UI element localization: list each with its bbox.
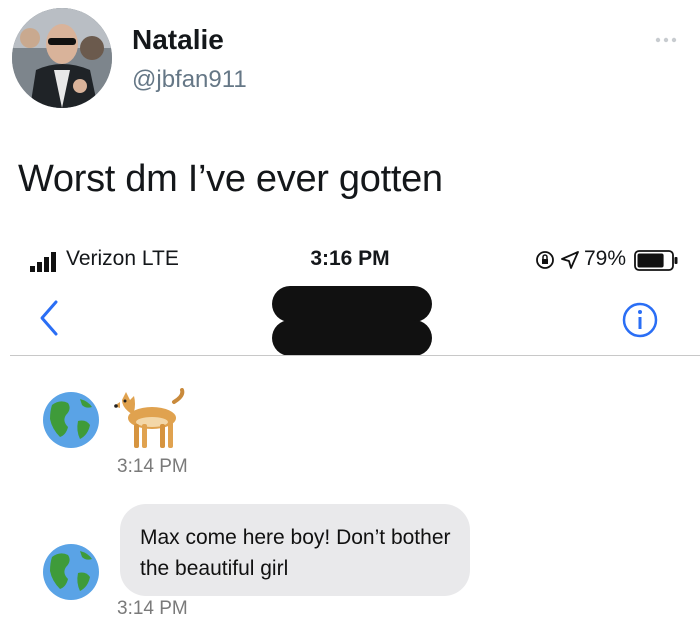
more-dots-icon[interactable]	[650, 32, 690, 43]
battery-percent: 79%	[584, 247, 627, 270]
info-icon[interactable]	[620, 300, 660, 340]
globe-icon	[42, 391, 100, 449]
nav-divider	[10, 355, 700, 356]
tweet-text: Worst dm I’ve ever gotten	[18, 158, 443, 200]
message-text: Max come here boy! Don’t bother the beau…	[140, 526, 451, 580]
message-timestamp: 3:14 PM	[117, 598, 188, 619]
dog-emoji	[112, 388, 188, 452]
profile-avatar[interactable]	[12, 8, 112, 108]
back-chevron-icon[interactable]	[36, 296, 66, 340]
user-handle[interactable]: @jbfan911	[132, 66, 247, 94]
redacted-contact-detail	[272, 320, 432, 356]
globe-icon	[42, 543, 100, 601]
location-arrow-icon	[560, 250, 580, 270]
rotation-lock-icon	[535, 250, 555, 270]
display-name[interactable]: Natalie	[132, 24, 224, 56]
battery-icon	[634, 250, 678, 271]
redacted-contact-name	[272, 286, 432, 322]
message-timestamp: 3:14 PM	[117, 456, 188, 477]
